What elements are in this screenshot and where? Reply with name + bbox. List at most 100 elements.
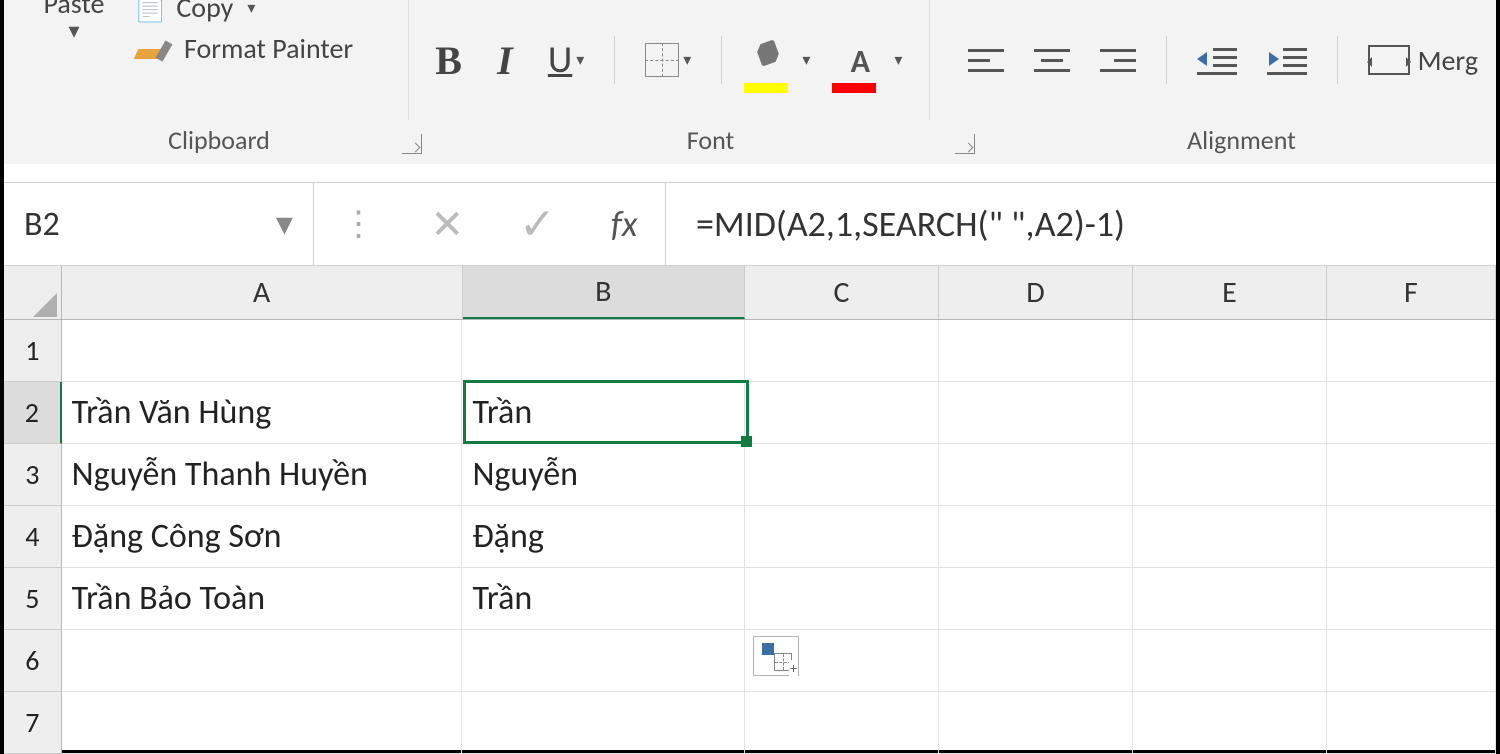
cell-C7[interactable] [745,692,939,754]
copy-button[interactable]: Copy ▾ [134,0,353,25]
cell-C2[interactable] [745,382,939,444]
align-bottom-button[interactable] [1092,31,1144,89]
row-header-2[interactable]: 2 [4,382,62,444]
decrease-indent-button[interactable] [1189,31,1245,89]
row-2: 2Trần Văn HùngTrần [4,382,1496,444]
name-box[interactable]: B2 ▾ [4,183,314,265]
row-header-4[interactable]: 4 [4,506,62,568]
borders-button[interactable]: ▾ [637,31,699,89]
cell-F6[interactable] [1327,630,1496,692]
cell-C3[interactable] [745,444,939,506]
column-header-F[interactable]: F [1327,266,1496,319]
row-header-7[interactable]: 7 [4,692,62,754]
font-color-swatch [832,83,876,93]
cell-F5[interactable] [1327,568,1496,630]
column-header-D[interactable]: D [939,266,1133,319]
bold-icon: B [435,37,462,84]
name-box-dropdown-icon[interactable]: ▾ [276,204,293,245]
cell-A2[interactable]: Trần Văn Hùng [62,382,463,444]
clipboard-launcher-icon[interactable] [402,134,422,154]
spreadsheet-grid: A B C D E F 12Trần Văn HùngTrần3Nguyễn T… [4,266,1496,754]
increase-indent-button[interactable] [1259,31,1315,89]
column-header-A[interactable]: A [62,266,463,319]
decrease-indent-icon [1197,44,1237,76]
cell-C4[interactable] [745,506,939,568]
row-header-6[interactable]: 6 [4,630,62,692]
fill-color-button[interactable]: ▾ [744,31,818,89]
cell-F2[interactable] [1327,382,1496,444]
cell-D4[interactable] [939,506,1133,568]
cell-B3[interactable]: Nguyễn [462,444,744,506]
column-header-C[interactable]: C [745,266,939,319]
formula-cancel-button[interactable]: ✕ [431,200,465,249]
cell-A6[interactable] [62,630,463,692]
cell-B7[interactable] [462,692,744,754]
ribbon-group-alignment: Merg [930,0,1496,120]
cell-D3[interactable] [939,444,1133,506]
cell-E3[interactable] [1133,444,1327,506]
autofill-options-button[interactable]: + [753,636,799,676]
underline-button[interactable]: U▾ [540,31,592,89]
cell-B2[interactable]: Trần [462,382,744,444]
fx-icon[interactable]: fx [611,202,638,246]
align-top-button[interactable] [960,31,1012,89]
cell-F4[interactable] [1327,506,1496,568]
merge-label: Merg [1418,43,1478,78]
column-header-E[interactable]: E [1133,266,1327,319]
cell-C5[interactable] [745,568,939,630]
cell-A4[interactable]: Đặng Công Sơn [62,506,463,568]
cell-A1[interactable] [62,320,463,382]
cell-E4[interactable] [1133,506,1327,568]
name-box-value: B2 [24,204,60,245]
cell-D7[interactable] [939,692,1133,754]
copy-icon [134,0,166,25]
cell-B4[interactable]: Đặng [462,506,744,568]
cell-F7[interactable] [1327,692,1496,754]
cell-B5[interactable]: Trần [462,568,744,630]
align-middle-button[interactable] [1026,31,1078,89]
borders-dropdown-icon[interactable]: ▾ [683,50,691,70]
column-headers: A B C D E F [4,266,1496,320]
cell-D6[interactable] [939,630,1133,692]
cell-F3[interactable] [1327,444,1496,506]
font-launcher-icon[interactable] [955,134,975,154]
cell-A5[interactable]: Trần Bảo Toàn [62,568,463,630]
underline-dropdown-icon[interactable]: ▾ [576,50,584,70]
cell-D2[interactable] [939,382,1133,444]
cell-C1[interactable] [745,320,939,382]
cell-E5[interactable] [1133,568,1327,630]
font-color-icon: A [840,42,880,78]
underline-icon: U [548,37,572,83]
cell-A7[interactable] [62,692,463,754]
cell-E2[interactable] [1133,382,1327,444]
cell-E1[interactable] [1133,320,1327,382]
cell-E6[interactable] [1133,630,1327,692]
format-painter-button[interactable]: Format Painter [134,31,353,66]
bold-button[interactable]: B [427,31,470,89]
merge-button[interactable]: Merg [1360,31,1486,89]
select-all-corner[interactable] [4,266,62,319]
paste-button[interactable]: Paste ▾ [14,0,134,44]
align-bottom-icon [1100,45,1136,75]
row-header-5[interactable]: 5 [4,568,62,630]
cell-D1[interactable] [939,320,1133,382]
cell-E7[interactable] [1133,692,1327,754]
row-header-1[interactable]: 1 [4,320,62,382]
fill-color-dropdown-icon[interactable]: ▾ [802,50,810,70]
paste-dropdown-icon[interactable]: ▾ [14,17,134,44]
column-header-B[interactable]: B [463,266,745,319]
cell-B1[interactable] [462,320,744,382]
row-header-3[interactable]: 3 [4,444,62,506]
copy-dropdown-icon[interactable]: ▾ [247,0,255,18]
italic-button[interactable]: I [484,31,526,89]
ribbon-group-clipboard: Paste ▾ Copy ▾ Format Painter [4,0,409,120]
cell-D5[interactable] [939,568,1133,630]
font-color-button[interactable]: A ▾ [832,31,910,89]
row-5: 5Trần Bảo ToànTrần [4,568,1496,630]
cell-B6[interactable] [462,630,744,692]
cell-A3[interactable]: Nguyễn Thanh Huyền [62,444,463,506]
formula-enter-button[interactable]: ✓ [519,197,556,251]
font-color-dropdown-icon[interactable]: ▾ [894,50,902,70]
formula-input[interactable]: =MID(A2,1,SEARCH(" ",A2)-1) [666,183,1496,265]
cell-F1[interactable] [1327,320,1496,382]
